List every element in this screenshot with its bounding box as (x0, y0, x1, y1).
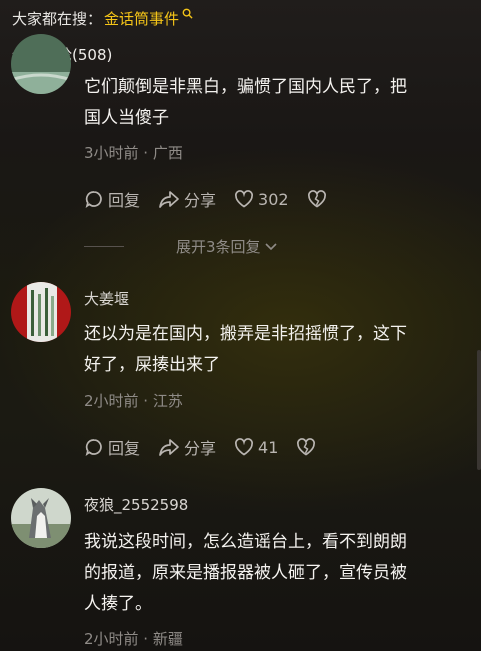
share-icon (159, 439, 179, 456)
comment-text: 我说这段时间，怎么造谣台上，看不到朗朗 的报道，原来是播报器被人砸了，宣传员被 … (84, 532, 407, 614)
like-button[interactable]: 41 (234, 438, 278, 457)
comment-text: 还以为是在国内，搬弄是非招摇惯了，这下 好了，屎揍出来了 (84, 324, 407, 375)
scrollbar[interactable] (477, 350, 481, 470)
comment-meta: 3小时前 · 广西 (84, 144, 183, 162)
expand-replies[interactable]: 展开3条回复 (84, 236, 279, 257)
heart-icon (235, 190, 253, 208)
broken-heart-icon (297, 438, 316, 456)
broken-heart-icon (307, 190, 326, 208)
comment-actions: 回复 分享 41 (84, 435, 338, 459)
like-button[interactable]: 302 (234, 190, 289, 209)
comment-meta: 2小时前 · 江苏 (84, 392, 183, 410)
chevron-down-icon (264, 242, 277, 250)
search-suggestion-label: 大家都在搜： (12, 9, 103, 28)
like-count: 302 (258, 189, 289, 209)
reply-button[interactable]: 回复 (84, 187, 140, 211)
expand-replies-label: 展开3条回复 (176, 238, 261, 256)
search-suggestion-keyword[interactable]: 金话筒事件 (104, 8, 179, 29)
dislike-button[interactable] (296, 438, 320, 456)
avatar[interactable] (11, 282, 71, 342)
reply-button[interactable]: 回复 (84, 435, 140, 459)
share-icon (159, 191, 179, 208)
reply-icon (85, 191, 102, 209)
dislike-button[interactable] (307, 190, 331, 208)
comment-username[interactable]: 夜狼_2552598 (84, 494, 188, 515)
avatar[interactable] (11, 488, 71, 548)
share-button[interactable]: 分享 (158, 187, 216, 211)
comment-text: 它们颠倒是非黑白，骗惯了国内人民了，把 国人当傻子 (84, 77, 407, 128)
avatar[interactable] (11, 34, 71, 94)
comment-username[interactable]: 大姜堰 (84, 288, 129, 309)
comment-meta: 2小时前 · 新疆 (84, 630, 183, 648)
heart-icon (235, 438, 253, 456)
reply-icon (85, 439, 102, 457)
search-icon (182, 8, 193, 19)
divider (84, 246, 124, 247)
like-count: 41 (258, 437, 279, 457)
share-button[interactable]: 分享 (158, 435, 216, 459)
search-suggestion-bar[interactable]: 大家都在搜： 金话筒事件 (12, 6, 193, 30)
comment-actions: 回复 分享 302 (84, 187, 349, 211)
